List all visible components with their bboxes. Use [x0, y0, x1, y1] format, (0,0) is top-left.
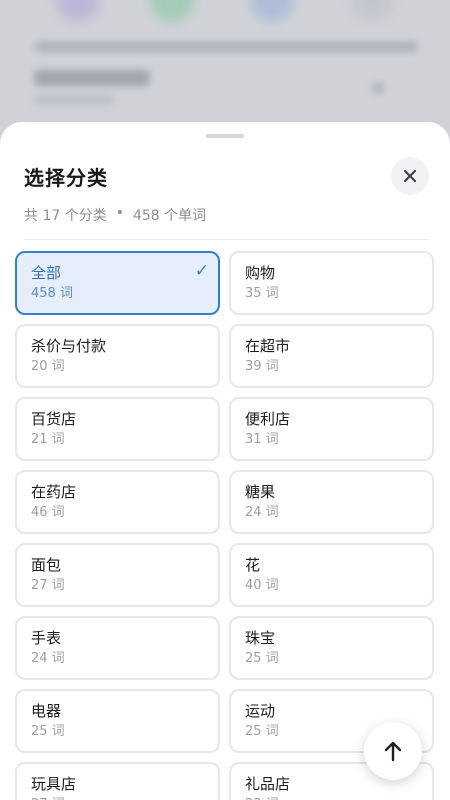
- category-word-count: 458 词: [31, 286, 73, 301]
- category-name: 面包: [31, 556, 62, 574]
- category-name: 便利店: [245, 410, 291, 428]
- category-summary: 共 17 个分类 • 458 个单词: [24, 205, 206, 225]
- close-button[interactable]: [391, 157, 429, 195]
- divider: [24, 239, 428, 240]
- category-name: 运动: [245, 702, 276, 720]
- category-word-count: 20 词: [31, 359, 65, 374]
- category-count-text: 共 17 个分类: [24, 208, 107, 224]
- category-name: 玩具店: [31, 775, 77, 793]
- category-card[interactable]: 在药店 46 词: [15, 470, 220, 534]
- category-card[interactable]: 玩具店 27 词: [15, 762, 220, 800]
- category-card[interactable]: 购物 35 词: [229, 251, 434, 315]
- category-card[interactable]: 珠宝 25 词: [229, 616, 434, 680]
- category-bottom-sheet: 选择分类 共 17 个分类 • 458 个单词 全部 458 词 ✓ 购物 35 词杀价…: [0, 122, 450, 800]
- category-card[interactable]: 百货店 21 词: [15, 397, 220, 461]
- category-card[interactable]: 糖果 24 词: [229, 470, 434, 534]
- category-word-count: 40 词: [245, 578, 279, 593]
- sheet-title: 选择分类: [24, 166, 108, 190]
- summary-separator: •: [115, 205, 124, 221]
- category-word-count: 39 词: [245, 359, 279, 374]
- checkmark-icon: ✓: [194, 261, 209, 281]
- category-card[interactable]: 电器 25 词: [15, 689, 220, 753]
- category-name: 花: [245, 556, 261, 574]
- category-card[interactable]: 手表 24 词: [15, 616, 220, 680]
- category-grid: 全部 458 词 ✓ 购物 35 词杀价与付款 20 词 在超市 39 词百货店 21 词 便利店…: [15, 251, 436, 800]
- category-card[interactable]: 全部 458 词 ✓: [15, 251, 220, 315]
- category-name: 手表: [31, 629, 62, 647]
- category-name: 在超市: [245, 337, 291, 355]
- category-name: 珠宝: [245, 629, 276, 647]
- category-name: 电器: [31, 702, 62, 720]
- word-count-text: 458 个单词: [132, 208, 207, 224]
- category-word-count: 23 词: [245, 796, 418, 800]
- category-name: 百货店: [31, 410, 77, 428]
- category-word-count: 46 词: [31, 505, 65, 520]
- sheet-drag-handle[interactable]: [206, 134, 244, 138]
- category-card[interactable]: 在超市 39 词: [229, 324, 434, 388]
- scroll-to-top-button[interactable]: [364, 722, 422, 780]
- category-word-count: 21 词: [31, 432, 65, 447]
- category-word-count: 35 词: [245, 286, 279, 301]
- category-word-count: 24 词: [31, 651, 65, 666]
- category-name: 糖果: [245, 483, 276, 501]
- category-word-count: 27 词: [31, 796, 204, 800]
- category-word-count: 25 词: [245, 651, 279, 666]
- category-name: 全部: [31, 264, 62, 282]
- category-word-count: 27 词: [31, 578, 65, 593]
- close-icon: [404, 170, 416, 182]
- category-word-count: 24 词: [245, 505, 279, 520]
- category-name: 在药店: [31, 483, 77, 501]
- category-name: 杀价与付款: [31, 337, 107, 355]
- category-card[interactable]: 杀价与付款 20 词: [15, 324, 220, 388]
- category-word-count: 31 词: [245, 432, 279, 447]
- arrow-up-icon: [384, 741, 402, 762]
- category-card[interactable]: 便利店 31 词: [229, 397, 434, 461]
- category-card[interactable]: 花 40 词: [229, 543, 434, 607]
- category-name: 购物: [245, 264, 276, 282]
- category-card[interactable]: 面包 27 词: [15, 543, 220, 607]
- category-word-count: 25 词: [31, 724, 65, 739]
